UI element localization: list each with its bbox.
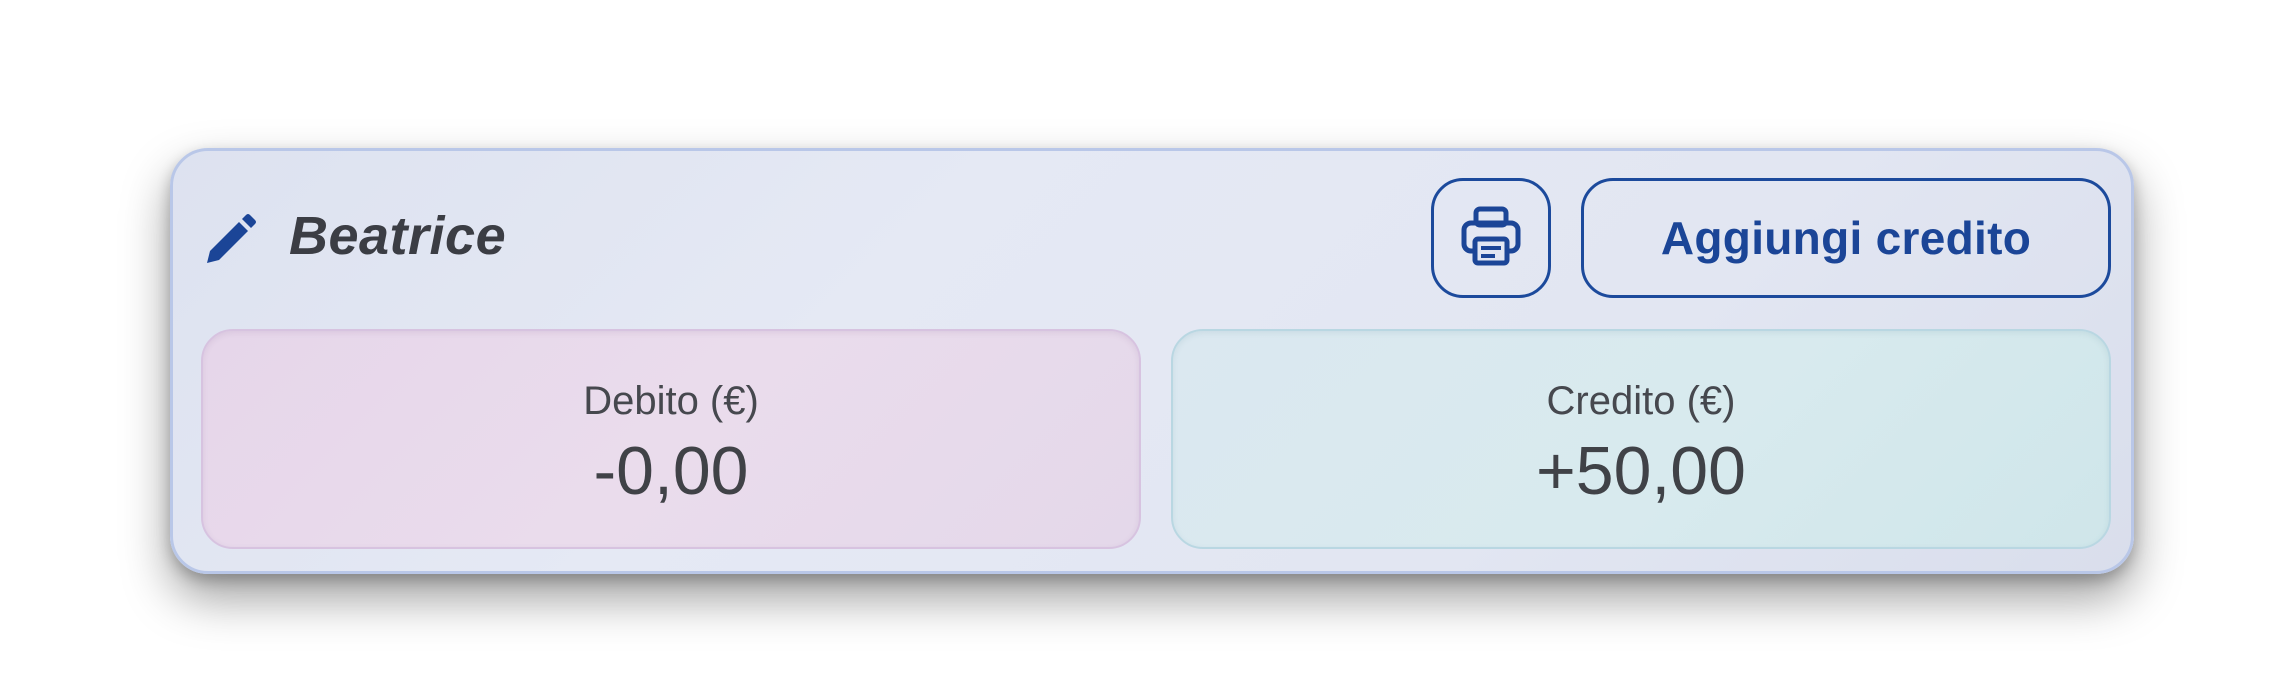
printer-icon [1460,205,1522,272]
pencil-icon[interactable] [201,213,257,269]
add-credit-button[interactable]: Aggiungi credito [1581,178,2111,298]
debit-label: Debito (€) [583,379,759,423]
debit-panel: Debito (€) -0,00 [201,329,1141,549]
card-header: Beatrice Aggiungi credito [173,151,2131,331]
debit-value: -0,00 [593,433,749,509]
customer-name: Beatrice [289,206,507,266]
print-button[interactable] [1431,178,1551,298]
credit-panel: Credito (€) +50,00 [1171,329,2111,549]
credit-label: Credito (€) [1546,379,1736,423]
customer-balance-card: Beatrice Aggiungi credito Debito (€) -0,… [170,148,2134,574]
credit-value: +50,00 [1536,433,1746,509]
